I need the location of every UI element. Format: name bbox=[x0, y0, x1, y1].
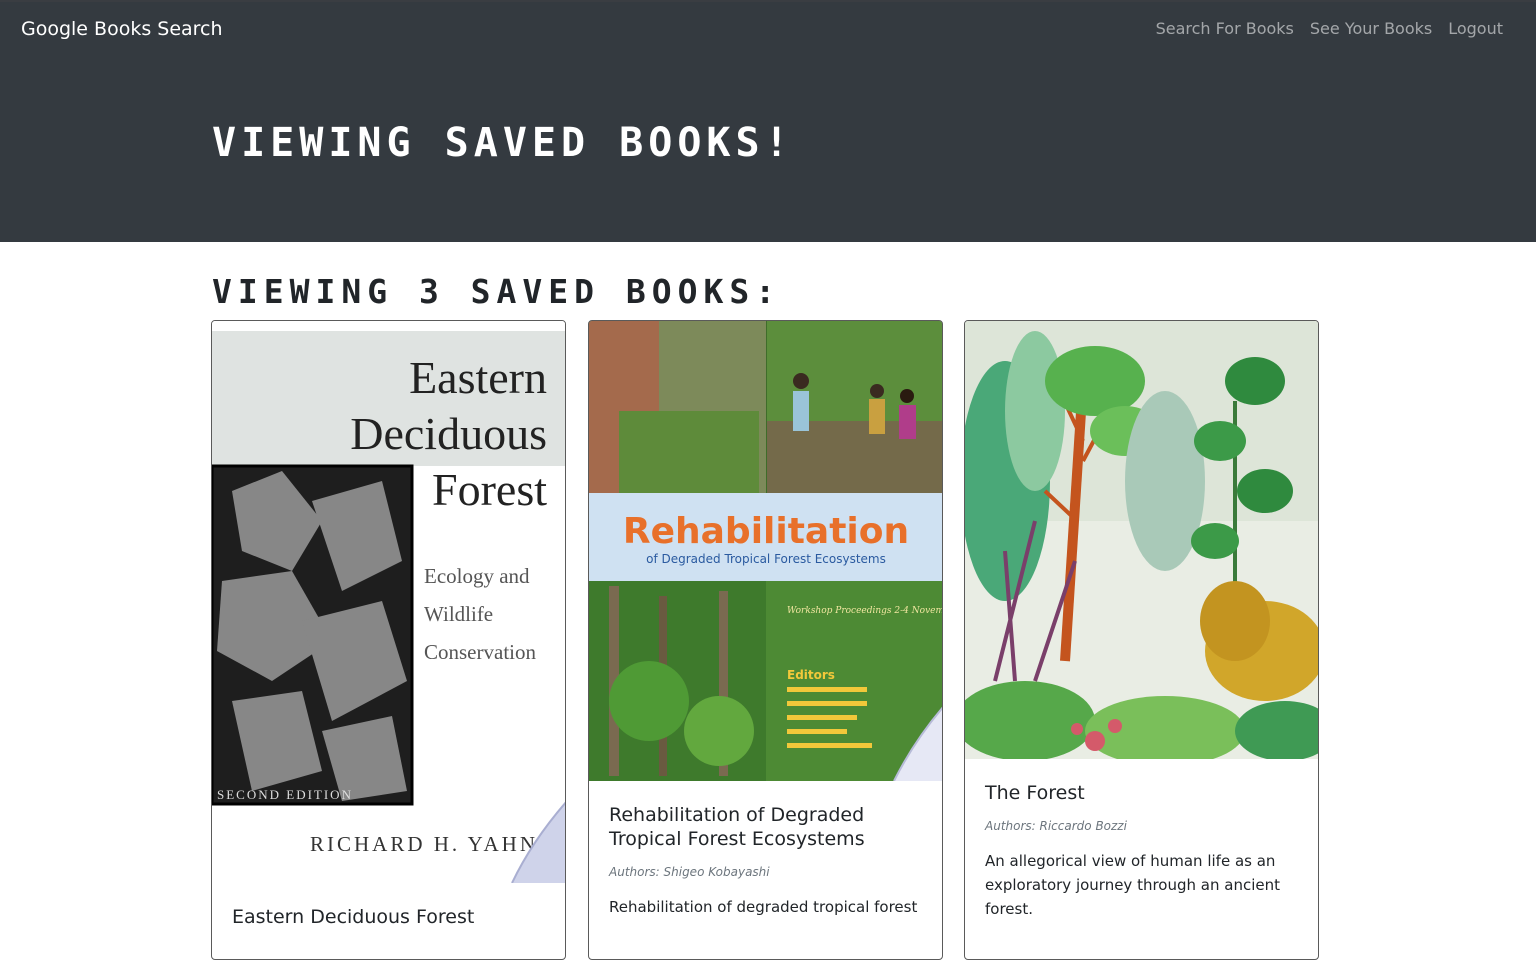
nav-search-books[interactable]: Search For Books bbox=[1156, 19, 1294, 38]
book-cover-image bbox=[965, 321, 1318, 759]
cover-title-3: Forest bbox=[432, 464, 547, 515]
book-card: Eastern Deciduous Forest Ecology and Wil… bbox=[211, 320, 566, 960]
cover-headline: Rehabilitation bbox=[623, 511, 909, 552]
book-cover-image: Eastern Deciduous Forest Ecology and Wil… bbox=[212, 321, 565, 883]
cover-workshop: Workshop Proceedings 2-4 November 1999 B… bbox=[787, 606, 942, 616]
cover-editors: Editors bbox=[787, 668, 835, 682]
jumbotron: Viewing saved books! bbox=[0, 60, 1536, 242]
nav-links: Search For Books See Your Books Logout bbox=[1156, 19, 1503, 38]
cover-title-2: Deciduous bbox=[350, 408, 547, 459]
book-authors: Authors: Shigeo Kobayashi bbox=[609, 865, 770, 879]
card-body: Rehabilitation of Degraded Tropical Fore… bbox=[609, 803, 922, 919]
cover-subtitle-2: Wildlife bbox=[424, 602, 493, 626]
cover-subline: of Degraded Tropical Forest Ecosystems bbox=[646, 552, 886, 566]
cover-subtitle-3: Conservation bbox=[424, 640, 536, 664]
book-description: Rehabilitation of degraded tropical fore… bbox=[609, 898, 918, 916]
page-title: Viewing saved books! bbox=[212, 120, 794, 166]
saved-count-heading: Viewing 3 saved books: bbox=[212, 272, 782, 311]
cover-edition: SECOND EDITION bbox=[217, 787, 353, 802]
cover-author: RICHARD H. YAHN bbox=[310, 832, 538, 856]
brand-link[interactable]: Google Books Search bbox=[21, 18, 223, 40]
nav-see-your-books[interactable]: See Your Books bbox=[1310, 19, 1432, 38]
book-card: Rehabilitation of Degraded Tropical Fore… bbox=[588, 320, 943, 960]
cover-title-1: Eastern bbox=[409, 352, 547, 403]
book-card: The Forest Authors: Riccardo Bozzi An al… bbox=[964, 320, 1319, 960]
book-title: Eastern Deciduous Forest bbox=[232, 906, 475, 928]
cover-subtitle-1: Ecology and bbox=[424, 564, 530, 588]
card-body: Eastern Deciduous Forest bbox=[232, 905, 545, 929]
book-cover-image: Rehabilitation of Degraded Tropical Fore… bbox=[589, 321, 942, 781]
book-authors: Authors: Riccardo Bozzi bbox=[985, 819, 1127, 833]
nav-logout[interactable]: Logout bbox=[1448, 19, 1503, 38]
book-description: An allegorical view of human life as an … bbox=[985, 852, 1280, 918]
book-title: The Forest bbox=[985, 782, 1085, 804]
book-title: Rehabilitation of Degraded Tropical Fore… bbox=[609, 804, 865, 850]
card-body: The Forest Authors: Riccardo Bozzi An al… bbox=[985, 781, 1298, 921]
navbar: Google Books Search Search For Books See… bbox=[0, 2, 1536, 60]
